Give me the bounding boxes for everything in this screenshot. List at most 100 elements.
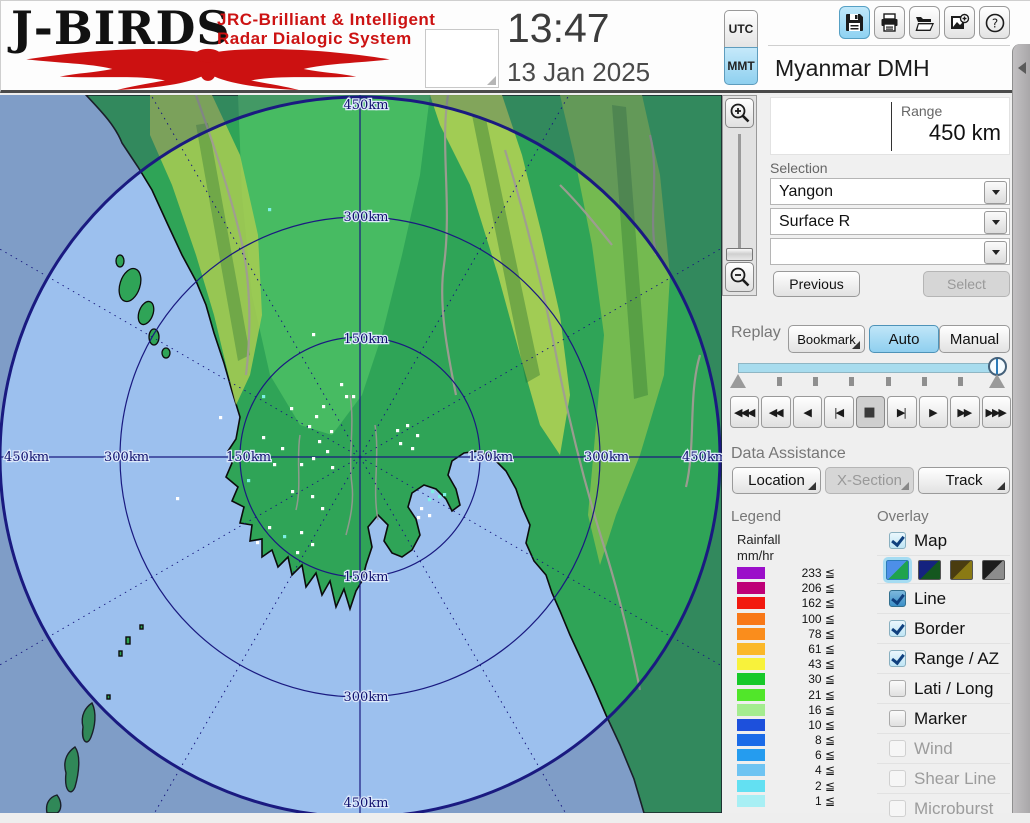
manual-mode-button[interactable]: Manual: [939, 325, 1010, 353]
checkbox-icon[interactable]: [889, 680, 906, 697]
bookmark-button-label: Bookmark: [797, 331, 856, 347]
play-reverse-button[interactable]: ◀: [792, 396, 823, 428]
overlay-item-range-az[interactable]: Range / AZ: [877, 643, 1010, 673]
dropdown-arrow-button[interactable]: [984, 241, 1007, 264]
zoom-slider-handle[interactable]: [726, 248, 753, 261]
legend-row: 43 ≦: [737, 657, 847, 672]
legend-value: 6 ≦: [814, 748, 835, 763]
checkbox-icon[interactable]: [889, 620, 906, 637]
previous-button[interactable]: Previous: [773, 271, 860, 297]
chevron-down-icon: [991, 220, 1000, 225]
slider-tick: [777, 377, 782, 386]
overlay-item-line[interactable]: Line: [877, 583, 1010, 613]
timezone-mmt-button[interactable]: MMT: [724, 47, 758, 85]
x-section-button-label: X-Section: [836, 472, 903, 489]
forward-fastest-button[interactable]: ▶▶▶: [981, 396, 1011, 428]
stop-button[interactable]: ■: [855, 396, 886, 428]
menu-corner-icon: [901, 482, 909, 490]
step-back-button[interactable]: |◀: [824, 396, 854, 428]
slider-tick: [813, 377, 819, 386]
zoom-in-button[interactable]: [725, 98, 754, 128]
legend-row: 206 ≦: [737, 581, 847, 596]
app-logo-tagline: JRC-Brilliant & Intelligent Radar Dialog…: [217, 10, 435, 48]
legend-value: 10 ≦: [808, 717, 835, 732]
legend-row: 21 ≦: [737, 688, 847, 703]
overlay-item-shear-line[interactable]: Shear Line: [877, 763, 1010, 793]
overlay-item-wind[interactable]: Wind: [877, 733, 1010, 763]
legend-color-swatch: [737, 718, 765, 731]
track-button[interactable]: Track: [918, 467, 1010, 494]
svg-text:300km: 300km: [104, 450, 149, 465]
selection-product-value: Surface R: [779, 213, 851, 230]
svg-text:?: ?: [991, 16, 997, 30]
open-folder-icon: [915, 16, 934, 31]
rewind-fast-button[interactable]: ◀◀: [761, 396, 791, 428]
playback-controls: ◀◀◀ ◀◀ ◀ |◀ ■ ▶| ▶ ▶▶ ▶▶▶: [730, 396, 1011, 428]
checkbox-icon[interactable]: [889, 650, 906, 667]
checkbox-icon[interactable]: [889, 532, 906, 549]
auto-mode-button[interactable]: Auto: [869, 325, 939, 353]
dropdown-arrow-button[interactable]: [984, 181, 1007, 204]
radar-map[interactable]: 450km 300km 150km 150km 300km 450km 450km 300km…: [0, 6, 811, 823]
overlay-item-lati-long[interactable]: Lati / Long: [877, 673, 1010, 703]
help-button[interactable]: ?: [979, 6, 1010, 39]
station-logo-box[interactable]: [425, 29, 499, 88]
checkbox-icon[interactable]: [889, 800, 906, 817]
legend-value: 206 ≦: [801, 581, 835, 596]
selection-option-dropdown[interactable]: [770, 238, 1010, 265]
menu-corner-icon: [808, 482, 816, 490]
panel-collapse-gutter[interactable]: [1012, 44, 1030, 813]
legend-value: 4 ≦: [814, 763, 835, 778]
map-style-swatches: [877, 555, 1010, 583]
checkbox-icon[interactable]: [889, 710, 906, 727]
panel-divider: [768, 45, 1010, 46]
clock-date: 13 Jan 2025: [507, 57, 651, 87]
legend-color-swatch: [737, 582, 765, 595]
print-button[interactable]: [874, 6, 905, 39]
replay-slider-track[interactable]: [738, 363, 1000, 373]
select-button[interactable]: Select: [923, 271, 1010, 297]
step-forward-button[interactable]: ▶|: [887, 396, 917, 428]
checkbox-icon[interactable]: [889, 770, 906, 787]
rewind-fastest-button[interactable]: ◀◀◀: [730, 396, 760, 428]
range-divider: [891, 102, 892, 151]
open-file-button[interactable]: [909, 6, 940, 39]
legend-row: 16 ≦: [737, 703, 847, 718]
selection-site-dropdown[interactable]: Yangon: [770, 178, 1010, 205]
map-style-dusk[interactable]: [918, 559, 941, 580]
map-style-grayscale[interactable]: [982, 559, 1005, 580]
legend-value: 78 ≦: [808, 626, 835, 641]
selection-site-value: Yangon: [779, 183, 833, 200]
legend-value: 1 ≦: [814, 793, 835, 808]
play-button[interactable]: ▶: [918, 396, 949, 428]
svg-text:150km: 150km: [226, 450, 271, 465]
overlay-item-label: Wind: [914, 738, 953, 758]
legend-color-swatch: [737, 779, 765, 792]
add-capture-button[interactable]: [944, 6, 975, 39]
location-button[interactable]: Location: [732, 467, 821, 494]
legend-value: 8 ≦: [814, 733, 835, 748]
slider-start-marker-icon: [730, 374, 746, 388]
forward-fast-button[interactable]: ▶▶: [950, 396, 980, 428]
overlay-item-map[interactable]: Map: [877, 526, 1010, 555]
checkbox-icon[interactable]: [889, 590, 906, 607]
overlay-item-marker[interactable]: Marker: [877, 703, 1010, 733]
overlay-item-label: Shear Line: [914, 768, 997, 788]
map-style-night[interactable]: [950, 559, 973, 580]
map-style-day[interactable]: [883, 556, 912, 583]
zoom-slider-track[interactable]: [738, 134, 741, 256]
timezone-utc-button[interactable]: UTC: [724, 10, 758, 48]
zoom-out-button[interactable]: [725, 262, 754, 292]
bookmark-button[interactable]: Bookmark: [788, 325, 865, 353]
legend-color-swatch: [737, 764, 765, 777]
x-section-button[interactable]: X-Section: [825, 467, 914, 494]
selection-product-dropdown[interactable]: Surface R: [770, 208, 1010, 235]
overlay-item-microburst[interactable]: Microburst: [877, 793, 1010, 823]
station-title: Myanmar DMH: [775, 55, 930, 81]
legend-value: 30 ≦: [808, 672, 835, 687]
dropdown-arrow-button[interactable]: [984, 211, 1007, 234]
checkbox-icon[interactable]: [889, 740, 906, 757]
overlay-item-border[interactable]: Border: [877, 613, 1010, 643]
save-button[interactable]: [839, 6, 870, 39]
overlay-item-label: Microburst: [914, 798, 994, 818]
